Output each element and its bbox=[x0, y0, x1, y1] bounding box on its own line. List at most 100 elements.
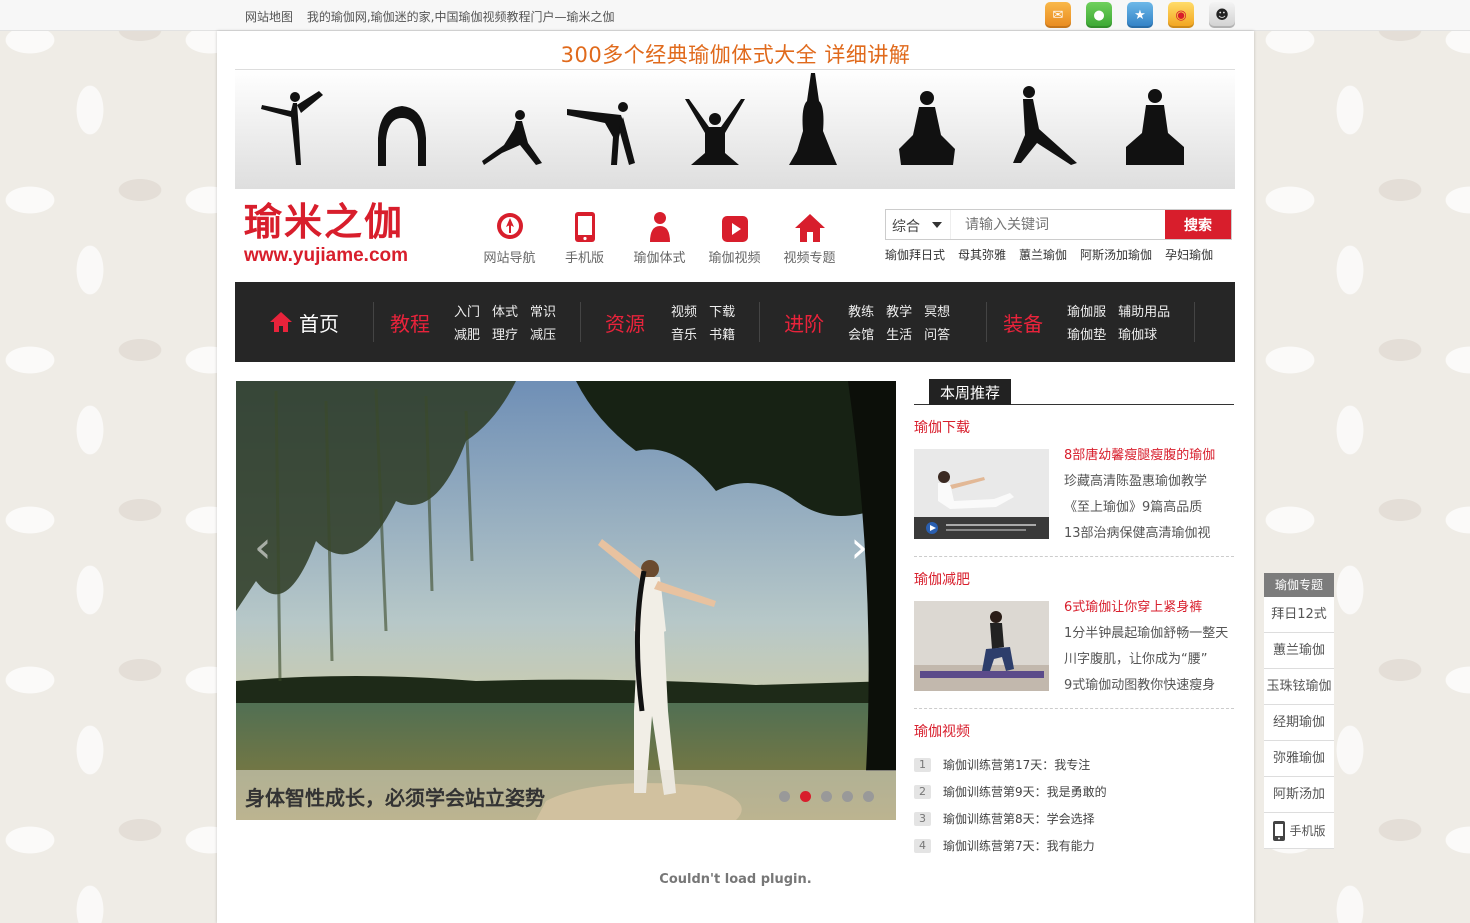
nav-link[interactable]: 问答 bbox=[924, 324, 950, 343]
quick-nav: 网站导航 手机版 瑜伽体式 瑜伽视频 视频专题 bbox=[472, 209, 847, 266]
slider-dots bbox=[779, 791, 874, 802]
recommend-link[interactable]: 8部唐幼馨瘦腿瘦腹的瑜伽 bbox=[1064, 443, 1215, 469]
nav-link[interactable]: 瑜伽球 bbox=[1118, 324, 1170, 343]
nav-group-title[interactable]: 装备 bbox=[987, 308, 1067, 337]
nav-link[interactable]: 减压 bbox=[530, 324, 556, 343]
floating-menu-item[interactable]: 玉珠铉瑜伽 bbox=[1264, 669, 1334, 705]
recommend-link[interactable]: 《至上瑜伽》9篇高品质 bbox=[1064, 495, 1215, 521]
weibo-icon[interactable]: ◉ bbox=[1168, 2, 1194, 28]
sitemap-link[interactable]: 网站地图 bbox=[245, 10, 293, 24]
quick-nav-yoga-video[interactable]: 瑜伽视频 bbox=[697, 209, 772, 266]
qq-zone-icon[interactable]: ★ bbox=[1127, 2, 1153, 28]
plugin-error-message: Couldn't load plugin. bbox=[659, 872, 812, 887]
weekly-header: 本周推荐 bbox=[914, 379, 1234, 405]
image-slider[interactable]: ‹ › 身体智性成长，必须学会站立姿势 bbox=[236, 381, 896, 820]
qq-icon[interactable]: ☻ bbox=[1209, 2, 1235, 28]
quick-nav-site-guide[interactable]: 网站导航 bbox=[472, 209, 547, 266]
nav-link[interactable]: 体式 bbox=[492, 301, 518, 320]
quick-nav-label: 瑜伽视频 bbox=[708, 251, 761, 266]
nav-group-title[interactable]: 教程 bbox=[374, 308, 454, 337]
yoga-poses-banner[interactable] bbox=[235, 69, 1235, 189]
nav-group-title[interactable]: 进阶 bbox=[760, 308, 848, 337]
nav-link[interactable]: 下载 bbox=[709, 301, 735, 320]
video-link[interactable]: 瑜伽训练营第17天：我专注 bbox=[943, 756, 1090, 773]
recommend-link[interactable]: 珍藏高清陈盈惠瑜伽教学 bbox=[1064, 469, 1215, 495]
search-button[interactable]: 搜索 bbox=[1165, 210, 1231, 239]
banner-title[interactable]: 300多个经典瑜伽体式大全 详细讲解 bbox=[217, 39, 1254, 69]
weekly-recommend: 本周推荐 瑜伽下载 8部唐幼馨瘦腿瘦腹的瑜伽 珍藏高清陈盈惠瑜伽教学 《至上瑜伽… bbox=[914, 379, 1234, 859]
recommend-link[interactable]: 川字腹肌，让你成为“腰” bbox=[1064, 647, 1228, 673]
recommend-link[interactable]: 1分半钟晨起瑜伽舒畅一整天 bbox=[1064, 621, 1228, 647]
nav-link[interactable]: 视频 bbox=[671, 301, 697, 320]
hot-keyword-link[interactable]: 孕妇瑜伽 bbox=[1165, 246, 1213, 263]
hot-keyword-link[interactable]: 瑜伽拜日式 bbox=[885, 246, 945, 263]
recommend-card: 6式瑜伽让你穿上紧身裤 1分半钟晨起瑜伽舒畅一整天 川字腹肌，让你成为“腰” 9… bbox=[914, 600, 1234, 709]
hot-keywords: 瑜伽拜日式 母其弥雅 蕙兰瑜伽 阿斯汤加瑜伽 孕妇瑜伽 bbox=[885, 246, 1232, 263]
list-item[interactable]: 1 瑜伽训练营第17天：我专注 bbox=[914, 751, 1234, 778]
slider-dot-active[interactable] bbox=[800, 791, 811, 802]
hot-keyword-link[interactable]: 母其弥雅 bbox=[958, 246, 1006, 263]
quick-nav-video-topics[interactable]: 视频专题 bbox=[772, 209, 847, 266]
pose-figure-icon bbox=[897, 89, 957, 167]
nav-group-tutorial: 教程 入门 体式 常识 减肥 理疗 减压 bbox=[373, 301, 582, 343]
slider-dot[interactable] bbox=[863, 791, 874, 802]
section-title-weight-loss[interactable]: 瑜伽减肥 bbox=[914, 569, 1234, 589]
list-item[interactable]: 3 瑜伽训练营第8天：学会选择 bbox=[914, 805, 1234, 832]
search-area: 综合 搜索 瑜伽拜日式 母其弥雅 蕙兰瑜伽 阿斯汤加瑜伽 孕妇瑜伽 bbox=[885, 209, 1232, 263]
recommend-link[interactable]: 13部治病保健高清瑜伽视 bbox=[1064, 521, 1215, 547]
recommend-link[interactable]: 6式瑜伽让你穿上紧身裤 bbox=[1064, 595, 1228, 621]
floating-menu-item[interactable]: 蕙兰瑜伽 bbox=[1264, 633, 1334, 669]
thumbnail-image[interactable] bbox=[914, 601, 1049, 691]
thumbnail-image[interactable] bbox=[914, 449, 1049, 539]
slider-dot[interactable] bbox=[779, 791, 790, 802]
nav-group-gear: 装备 瑜伽服 辅助用品 瑜伽垫 瑜伽球 bbox=[987, 301, 1196, 343]
nav-link[interactable]: 冥想 bbox=[924, 301, 950, 320]
floating-menu-item[interactable]: 经期瑜伽 bbox=[1264, 705, 1334, 741]
floating-menu-item[interactable]: 拜日12式 bbox=[1264, 597, 1334, 633]
nav-link[interactable]: 瑜伽垫 bbox=[1067, 324, 1106, 343]
nav-link[interactable]: 会馆 bbox=[848, 324, 874, 343]
section-title-downloads[interactable]: 瑜伽下载 bbox=[914, 417, 1234, 437]
nav-link[interactable]: 教练 bbox=[848, 301, 874, 320]
pose-figure-icon bbox=[372, 102, 432, 167]
recommend-link[interactable]: 9式瑜伽动图教你快速瘦身 bbox=[1064, 673, 1228, 699]
nav-link[interactable]: 音乐 bbox=[671, 324, 697, 343]
hot-keyword-link[interactable]: 阿斯汤加瑜伽 bbox=[1080, 246, 1152, 263]
floating-menu-mobile[interactable]: 手机版 bbox=[1264, 813, 1334, 849]
nav-link[interactable]: 书籍 bbox=[709, 324, 735, 343]
quick-nav-mobile[interactable]: 手机版 bbox=[547, 209, 622, 266]
video-link[interactable]: 瑜伽训练营第8天：学会选择 bbox=[943, 810, 1095, 827]
mail-icon[interactable]: ✉ bbox=[1045, 2, 1071, 28]
floating-menu-mobile-label: 手机版 bbox=[1289, 823, 1326, 838]
floating-menu-item[interactable]: 阿斯汤加 bbox=[1264, 777, 1334, 813]
nav-link[interactable]: 教学 bbox=[886, 301, 912, 320]
nav-home[interactable]: 首页 bbox=[235, 308, 373, 337]
nav-link[interactable]: 常识 bbox=[530, 301, 556, 320]
slider-next-button[interactable]: › bbox=[850, 526, 868, 570]
wechat-icon[interactable]: ● bbox=[1086, 2, 1112, 28]
search-category-select[interactable]: 综合 bbox=[886, 210, 951, 239]
video-link[interactable]: 瑜伽训练营第7天：我有能力 bbox=[943, 837, 1095, 854]
nav-group-title[interactable]: 资源 bbox=[581, 308, 671, 337]
rank-number: 1 bbox=[914, 757, 931, 772]
slider-dot[interactable] bbox=[842, 791, 853, 802]
floating-menu-item[interactable]: 弥雅瑜伽 bbox=[1264, 741, 1334, 777]
nav-link[interactable]: 减肥 bbox=[454, 324, 480, 343]
nav-link[interactable]: 生活 bbox=[886, 324, 912, 343]
slider-dot[interactable] bbox=[821, 791, 832, 802]
nav-link[interactable]: 瑜伽服 bbox=[1067, 301, 1106, 320]
video-link[interactable]: 瑜伽训练营第9天：我是勇敢的 bbox=[943, 783, 1107, 800]
weekly-title: 本周推荐 bbox=[929, 379, 1012, 405]
list-item[interactable]: 4 瑜伽训练营第7天：我有能力 bbox=[914, 832, 1234, 859]
nav-link[interactable]: 理疗 bbox=[492, 324, 518, 343]
list-item[interactable]: 2 瑜伽训练营第9天：我是勇敢的 bbox=[914, 778, 1234, 805]
quick-nav-yoga-poses[interactable]: 瑜伽体式 bbox=[622, 209, 697, 266]
section-title-videos[interactable]: 瑜伽视频 bbox=[914, 721, 1234, 741]
site-logo[interactable]: 瑜米之伽 www.yujiame.com bbox=[244, 201, 424, 271]
nav-link[interactable]: 入门 bbox=[454, 301, 480, 320]
hot-keyword-link[interactable]: 蕙兰瑜伽 bbox=[1019, 246, 1067, 263]
nav-link[interactable]: 辅助用品 bbox=[1118, 301, 1170, 320]
search-input[interactable] bbox=[951, 210, 1165, 239]
compass-icon bbox=[496, 213, 523, 239]
slider-prev-button[interactable]: ‹ bbox=[254, 526, 272, 570]
